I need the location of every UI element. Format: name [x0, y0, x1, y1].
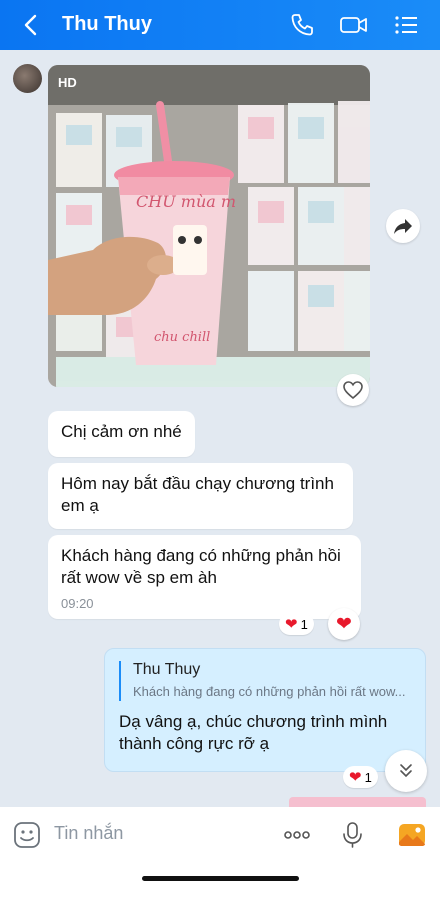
phone-icon[interactable] — [288, 11, 316, 39]
back-icon[interactable] — [18, 11, 46, 39]
message-bubble[interactable]: Chị cảm ơn nhé — [48, 411, 195, 457]
photo-message[interactable]: CHU mùa m chu chill HD — [48, 65, 370, 387]
like-button[interactable] — [337, 374, 369, 406]
reaction-count: 1 — [300, 616, 308, 632]
forward-button[interactable] — [386, 209, 420, 243]
quote-author: Thu Thuy — [133, 661, 201, 678]
quoted-message[interactable]: Thu Thuy Khách hàng đang có những phản h… — [119, 661, 413, 701]
chat-area[interactable]: CHU mùa m chu chill HD Chị cảm ơn nhé Hô… — [0, 50, 440, 809]
message-input[interactable]: Tin nhắn — [54, 823, 123, 844]
heart-icon: ❤ — [285, 616, 298, 633]
message-bubble[interactable]: Hôm nay bắt đầu chạy chương trình em ạ — [48, 463, 353, 529]
cup-photo-image: CHU mùa m chu chill HD — [48, 65, 370, 387]
quote-text: Khách hàng đang có những phản hồi rất wo… — [133, 684, 406, 699]
chat-title[interactable]: Thu Thuy — [62, 13, 152, 36]
message-text: Khách hàng đang có những phản hồi rất wo… — [61, 546, 341, 587]
home-indicator — [142, 876, 299, 881]
scroll-to-bottom-button[interactable] — [385, 750, 427, 792]
heart-outline-icon — [343, 381, 363, 400]
message-text: Dạ vâng ạ, chúc chương trình mình thành … — [119, 712, 388, 753]
message-text: Hôm nay bắt đầu chạy chương trình em ạ — [61, 474, 334, 515]
cup-print-text: CHU mùa m — [136, 192, 236, 211]
message-timestamp: 09:20 — [61, 596, 94, 611]
more-icon[interactable] — [282, 820, 312, 850]
reaction-summary[interactable]: ❤ 1 — [279, 613, 314, 635]
message-text: Chị cảm ơn nhé — [61, 422, 182, 441]
sticker-icon[interactable] — [12, 820, 42, 850]
forward-icon — [394, 219, 412, 234]
reaction-summary[interactable]: ❤ 1 — [343, 766, 378, 788]
message-bubble[interactable]: Khách hàng đang có những phản hồi rất wo… — [48, 535, 361, 619]
my-message-bubble[interactable]: Thu Thuy Khách hàng đang có những phản h… — [104, 648, 426, 772]
hd-badge: HD — [58, 75, 77, 90]
react-button[interactable]: ❤ — [328, 608, 360, 640]
chat-header: Thu Thuy — [0, 0, 440, 50]
menu-list-icon[interactable] — [392, 11, 420, 39]
voice-icon[interactable] — [338, 820, 368, 850]
heart-icon: ❤ — [349, 769, 362, 786]
video-call-icon[interactable] — [339, 11, 369, 39]
reaction-count: 1 — [364, 769, 372, 785]
cup-print-text: chu chill — [154, 330, 210, 345]
contact-avatar[interactable] — [13, 64, 42, 93]
double-chevron-down-icon — [400, 764, 412, 778]
heart-icon: ❤ — [336, 613, 352, 635]
image-icon[interactable] — [397, 820, 427, 850]
message-input-bar: Tin nhắn — [0, 807, 440, 899]
